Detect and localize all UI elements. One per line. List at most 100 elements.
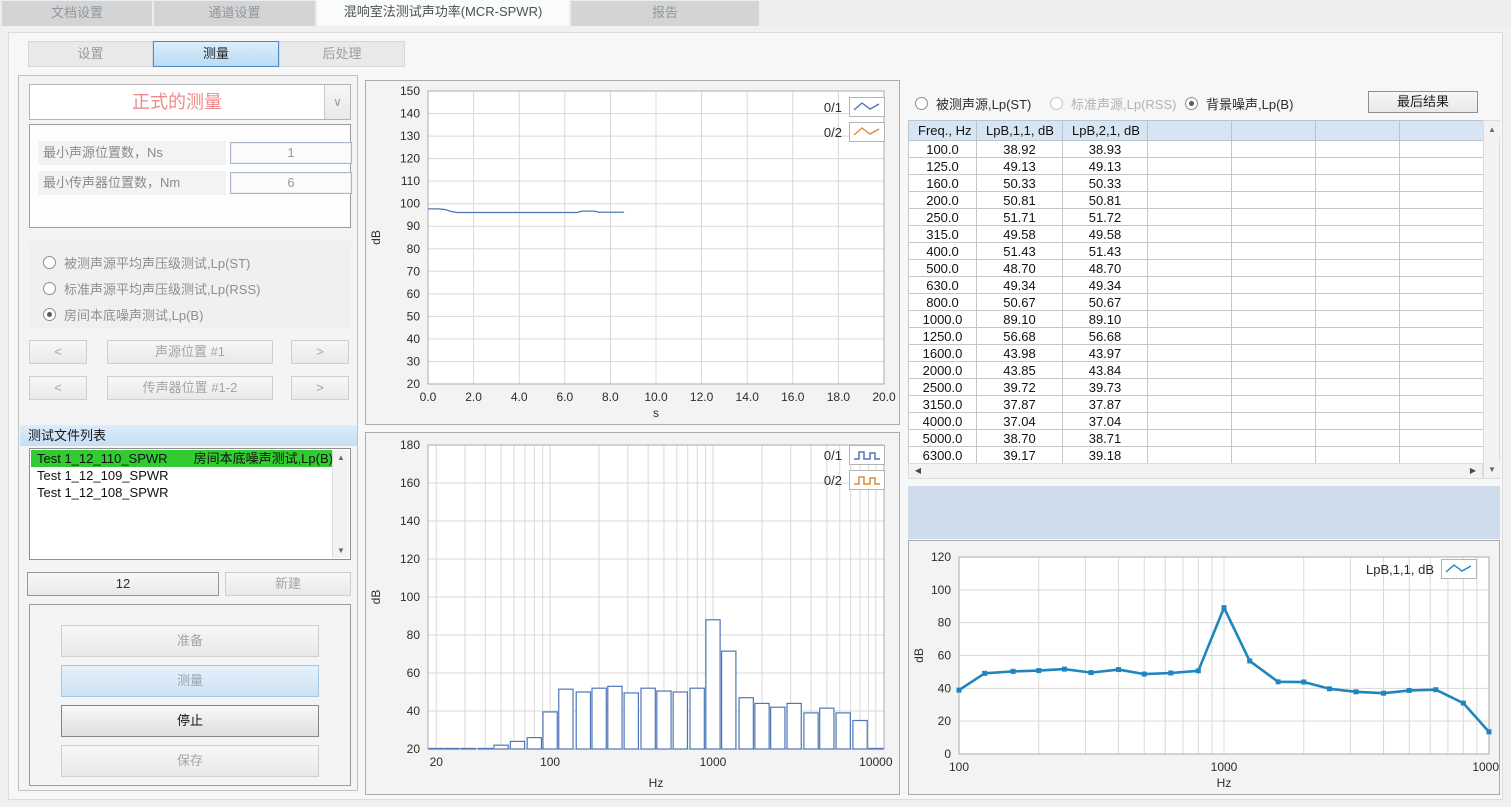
tab-channel-settings[interactable]: 通道设置 — [154, 1, 315, 26]
tab-mcr-spwr[interactable]: 混响室法测试声功率(MCR-SPWR) — [317, 0, 569, 26]
subtab-postprocess[interactable]: 后处理 — [279, 41, 405, 67]
result-radio-lp-st[interactable]: 被测声源,Lp(ST) — [915, 94, 1031, 112]
scroll-down-icon[interactable]: ▼ — [333, 543, 349, 558]
table-row[interactable]: 100.038.9238.93 — [909, 141, 1484, 158]
radio-lp-b[interactable]: 房间本底噪声测试,Lp(B) — [43, 304, 203, 324]
subtab-measure[interactable]: 测量 — [153, 41, 279, 67]
table-column-header — [1148, 121, 1232, 141]
source-position-prev-button[interactable]: < — [29, 340, 87, 364]
table-cell: 2500.0 — [909, 379, 977, 396]
radio-icon[interactable] — [915, 97, 928, 110]
radio-lp-rss[interactable]: 标准声源平均声压级测试,Lp(RSS) — [43, 278, 260, 298]
table-row[interactable]: 3150.037.8737.87 — [909, 396, 1484, 413]
table-row[interactable]: 500.048.7048.70 — [909, 260, 1484, 277]
last-result-button[interactable]: 最后结果 — [1368, 91, 1478, 113]
table-cell: 48.70 — [977, 260, 1063, 277]
min-mic-positions-field[interactable]: 6 — [230, 172, 352, 194]
tab-report[interactable]: 报告 — [571, 1, 759, 26]
subtab-settings[interactable]: 设置 — [28, 41, 153, 67]
table-row[interactable]: 630.049.3449.34 — [909, 277, 1484, 294]
radio-icon[interactable] — [43, 308, 56, 321]
file-list-item[interactable]: Test 1_12_109_SPWR — [31, 467, 332, 484]
table-horizontal-scrollbar[interactable]: ◀ ▶ — [908, 463, 1483, 479]
scroll-up-icon[interactable]: ▲ — [333, 450, 349, 465]
table-row[interactable]: 5000.038.7038.71 — [909, 430, 1484, 447]
mic-position-prev-button[interactable]: < — [29, 376, 87, 400]
table-cell — [1316, 209, 1400, 226]
scroll-right-icon[interactable]: ▶ — [1465, 464, 1481, 478]
radio-icon[interactable] — [43, 282, 56, 295]
table-cell: 56.68 — [977, 328, 1063, 345]
table-cell: 37.87 — [1063, 396, 1148, 413]
svg-text:60: 60 — [407, 666, 421, 680]
mic-position-button[interactable]: 传声器位置 #1-2 — [107, 376, 273, 400]
file-list-scrollbar[interactable]: ▲ ▼ — [332, 450, 349, 558]
table-row[interactable]: 800.050.6750.67 — [909, 294, 1484, 311]
table-row[interactable]: 400.051.4351.43 — [909, 243, 1484, 260]
svg-text:20: 20 — [407, 742, 421, 756]
file-count-button[interactable]: 12 — [27, 572, 219, 596]
tab-document-settings[interactable]: 文档设置 — [2, 1, 152, 26]
table-row[interactable]: 315.049.5849.58 — [909, 226, 1484, 243]
radio-icon[interactable] — [43, 256, 56, 269]
chevron-down-icon[interactable]: ∨ — [324, 85, 350, 119]
table-row[interactable]: 200.050.8150.81 — [909, 192, 1484, 209]
table-cell: 38.71 — [1063, 430, 1148, 447]
table-cell — [1148, 243, 1232, 260]
svg-text:16.0: 16.0 — [781, 390, 805, 404]
table-cell: 49.58 — [977, 226, 1063, 243]
result-radio-lp-b[interactable]: 背景噪声,Lp(B) — [1185, 94, 1293, 112]
table-cell: 50.81 — [977, 192, 1063, 209]
radio-lp-st[interactable]: 被测声源平均声压级测试,Lp(ST) — [43, 252, 250, 272]
table-vertical-scrollbar[interactable]: ▲ ▼ — [1483, 120, 1500, 479]
svg-text:40: 40 — [407, 332, 421, 346]
measure-button[interactable]: 测量 — [61, 665, 319, 697]
table-cell: 43.85 — [977, 362, 1063, 379]
table-cell — [1148, 362, 1232, 379]
table-cell — [1232, 430, 1316, 447]
svg-text:140: 140 — [400, 107, 420, 121]
table-row[interactable]: 125.049.1349.13 — [909, 158, 1484, 175]
result-line-chart: 020406080100120100100010000dBHzLpB,1,1, … — [908, 540, 1500, 795]
table-cell: 37.04 — [977, 413, 1063, 430]
radio-icon[interactable] — [1050, 97, 1063, 110]
table-row[interactable]: 4000.037.0437.04 — [909, 413, 1484, 430]
table-row[interactable]: 2500.039.7239.73 — [909, 379, 1484, 396]
table-row[interactable]: 1250.056.6856.68 — [909, 328, 1484, 345]
table-cell — [1316, 379, 1400, 396]
result-radio-lp-rss[interactable]: 标准声源,Lp(RSS) — [1050, 94, 1176, 112]
save-button[interactable]: 保存 — [61, 745, 319, 777]
table-row[interactable]: 1600.043.9843.97 — [909, 345, 1484, 362]
table-row[interactable]: 250.051.7151.72 — [909, 209, 1484, 226]
file-list-item[interactable]: Test 1_12_110_SPWR房间本底噪声测试,Lp(B) — [31, 450, 332, 467]
min-mic-positions-label: 最小传声器位置数，Nm — [38, 171, 226, 195]
radio-icon[interactable] — [1185, 97, 1198, 110]
source-position-next-button[interactable]: > — [291, 340, 349, 364]
scroll-left-icon[interactable]: ◀ — [910, 464, 926, 478]
table-row[interactable]: 6300.039.1739.18 — [909, 447, 1484, 464]
mic-position-next-button[interactable]: > — [291, 376, 349, 400]
svg-text:40: 40 — [407, 704, 421, 718]
min-source-positions-field[interactable]: 1 — [230, 142, 352, 164]
measurement-mode-dropdown[interactable]: 正式的测量 ∨ — [29, 84, 351, 120]
table-cell — [1400, 311, 1484, 328]
stop-button[interactable]: 停止 — [61, 705, 319, 737]
new-file-button[interactable]: 新建 — [225, 572, 351, 596]
source-position-button[interactable]: 声源位置 #1 — [107, 340, 273, 364]
table-cell — [1400, 260, 1484, 277]
table-row[interactable]: 160.050.3350.33 — [909, 175, 1484, 192]
table-cell — [1232, 294, 1316, 311]
table-cell: 38.92 — [977, 141, 1063, 158]
prepare-button[interactable]: 准备 — [61, 625, 319, 657]
scroll-down-icon[interactable]: ▼ — [1484, 462, 1500, 477]
table-cell — [1148, 294, 1232, 311]
scroll-up-icon[interactable]: ▲ — [1484, 122, 1500, 137]
table-cell: 38.93 — [1063, 141, 1148, 158]
svg-text:20: 20 — [938, 714, 952, 728]
file-list-item[interactable]: Test 1_12_108_SPWR — [31, 484, 332, 501]
table-row[interactable]: 1000.089.1089.10 — [909, 311, 1484, 328]
table-row[interactable]: 2000.043.8543.84 — [909, 362, 1484, 379]
measurement-mode-value: 正式的测量 — [30, 85, 324, 119]
table-cell: 5000.0 — [909, 430, 977, 447]
table-column-header: Freq., Hz — [909, 121, 977, 141]
